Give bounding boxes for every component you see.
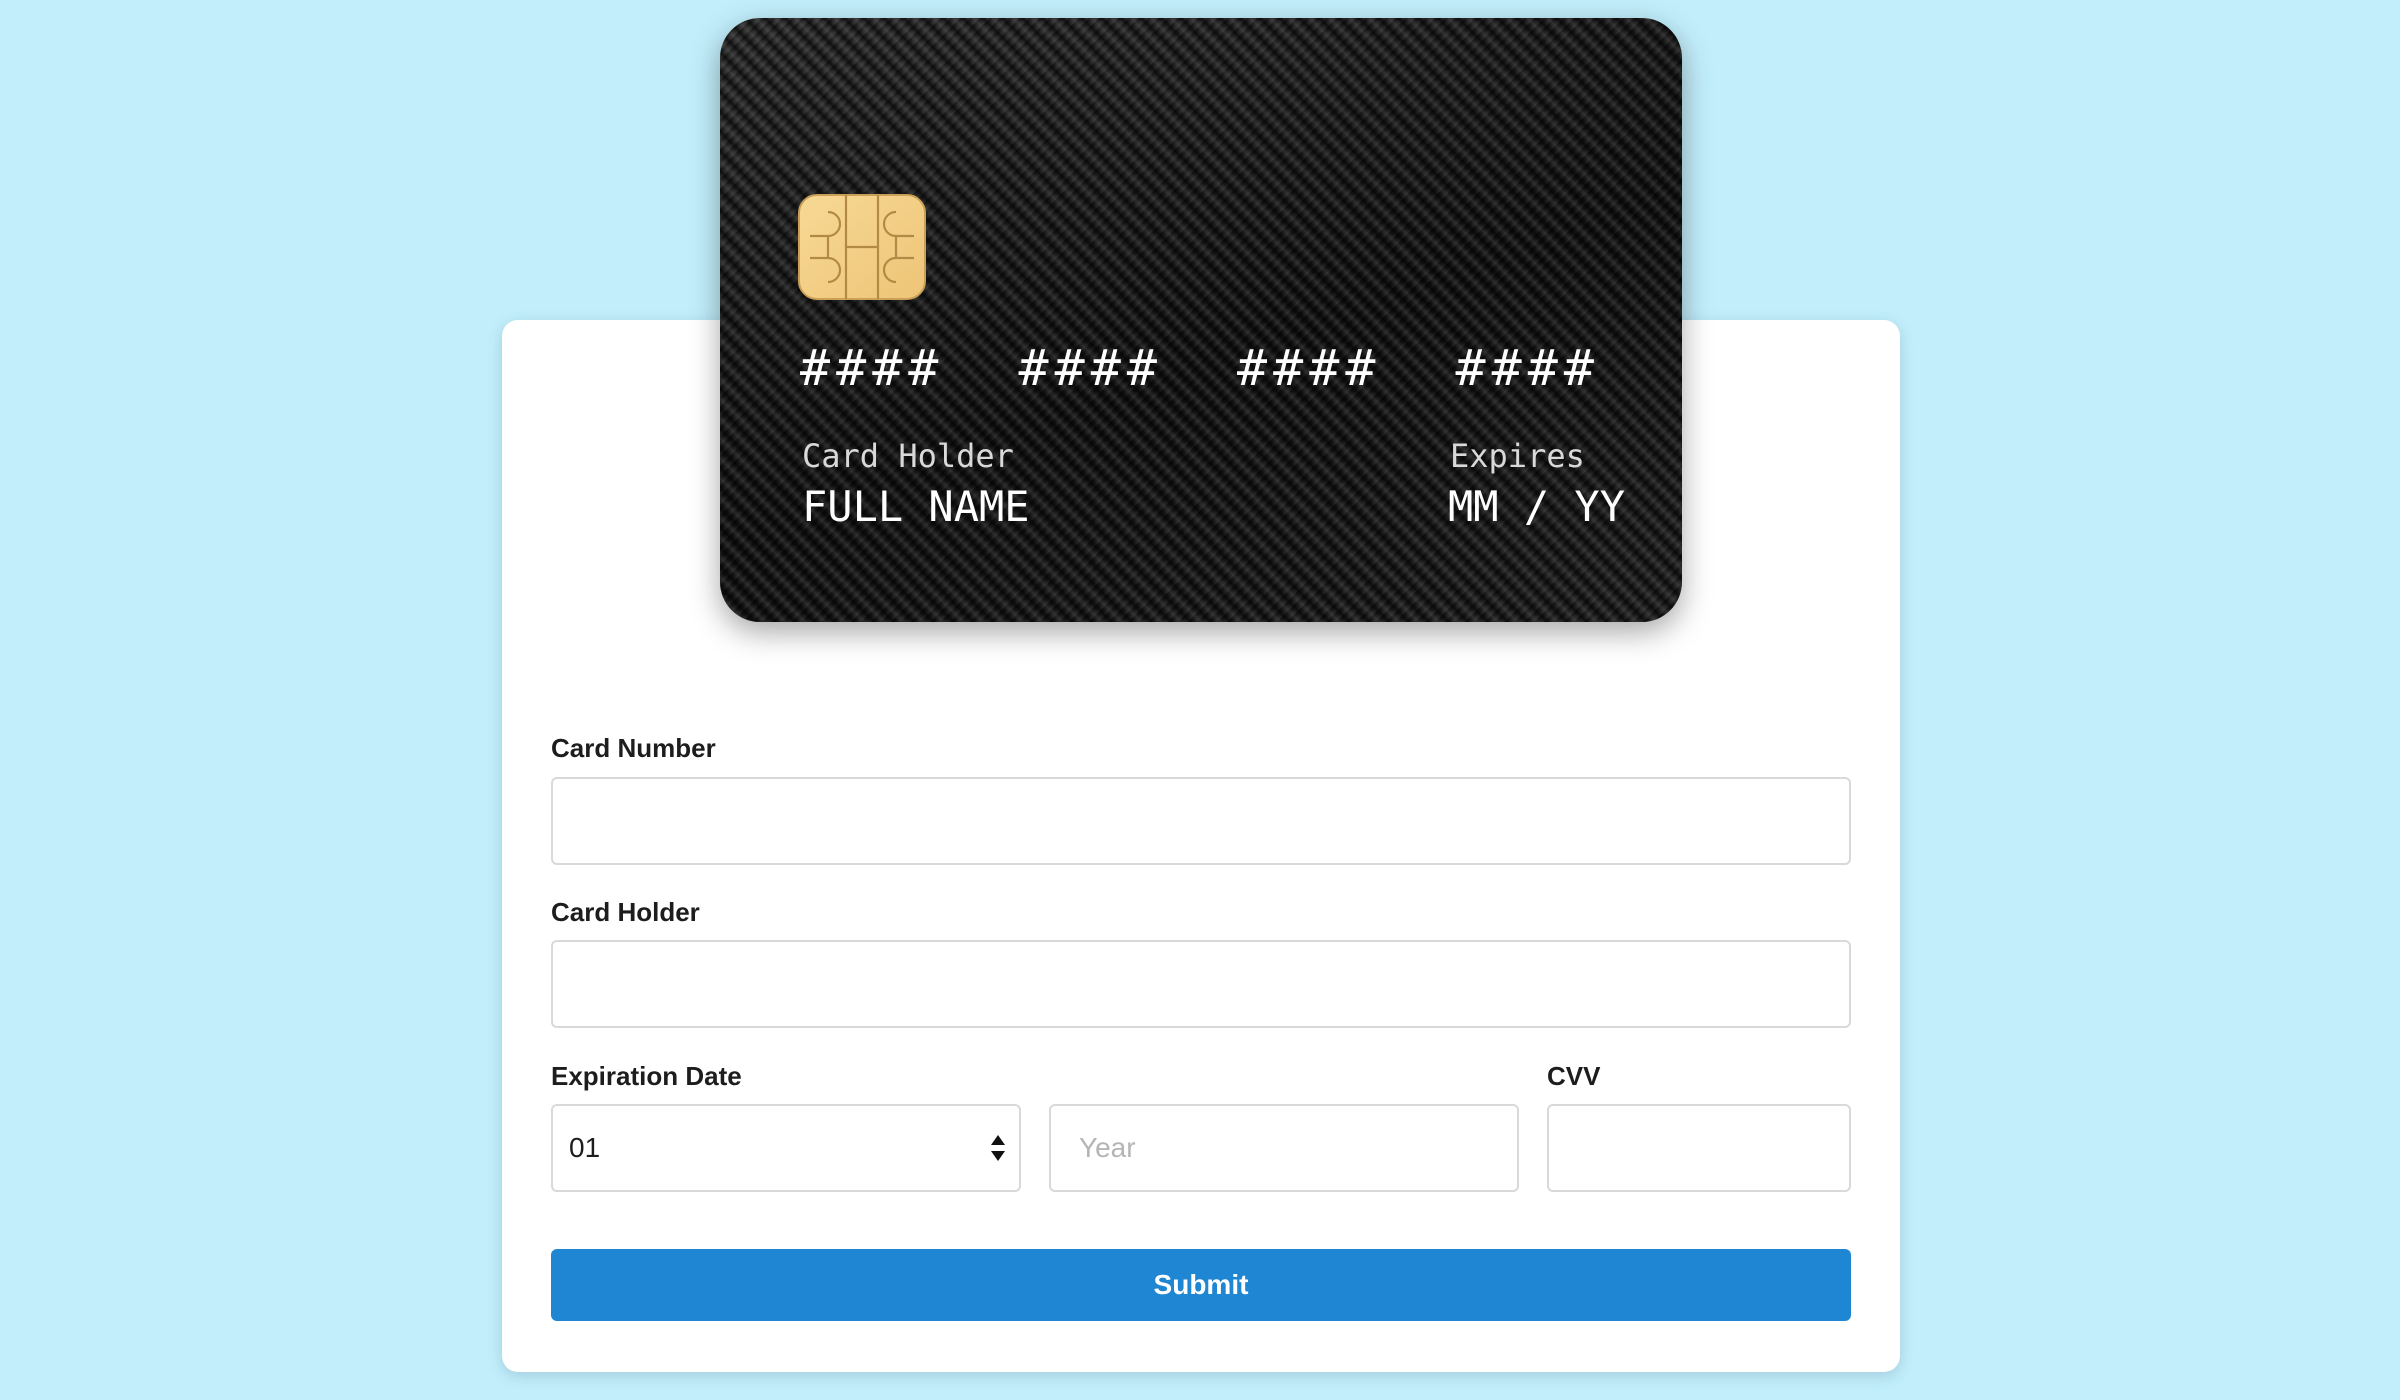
select-arrows-icon <box>991 1135 1005 1161</box>
card-number-group: #### <box>1018 339 1163 397</box>
card-number-input[interactable] <box>551 777 1851 865</box>
expiration-month-select[interactable]: 01 <box>551 1104 1021 1192</box>
credit-card-preview: #### #### #### #### Card Holder FULL NAM… <box>720 18 1682 622</box>
expires-display: MM / YY <box>1448 482 1626 531</box>
card-number-label: Card Number <box>551 733 716 763</box>
expiration-year-input[interactable] <box>1049 1104 1519 1192</box>
card-number-group: #### <box>1237 339 1382 397</box>
card-number-display: #### #### #### #### <box>800 336 1600 400</box>
cvv-label: CVV <box>1547 1061 1601 1091</box>
expiration-date-label: Expiration Date <box>551 1061 742 1091</box>
cvv-input[interactable] <box>1547 1104 1851 1192</box>
expiration-month-value: 01 <box>569 1132 601 1163</box>
submit-button[interactable]: Submit <box>551 1249 1851 1321</box>
card-number-group: #### <box>800 339 945 397</box>
card-holder-display: FULL NAME <box>802 482 1030 531</box>
card-number-group: #### <box>1455 339 1600 397</box>
card-chip-icon <box>798 194 926 300</box>
card-holder-label: Card Holder <box>551 897 700 927</box>
card-holder-input[interactable] <box>551 940 1851 1028</box>
expires-caption: Expires <box>1450 437 1585 475</box>
card-holder-caption: Card Holder <box>802 437 1014 475</box>
